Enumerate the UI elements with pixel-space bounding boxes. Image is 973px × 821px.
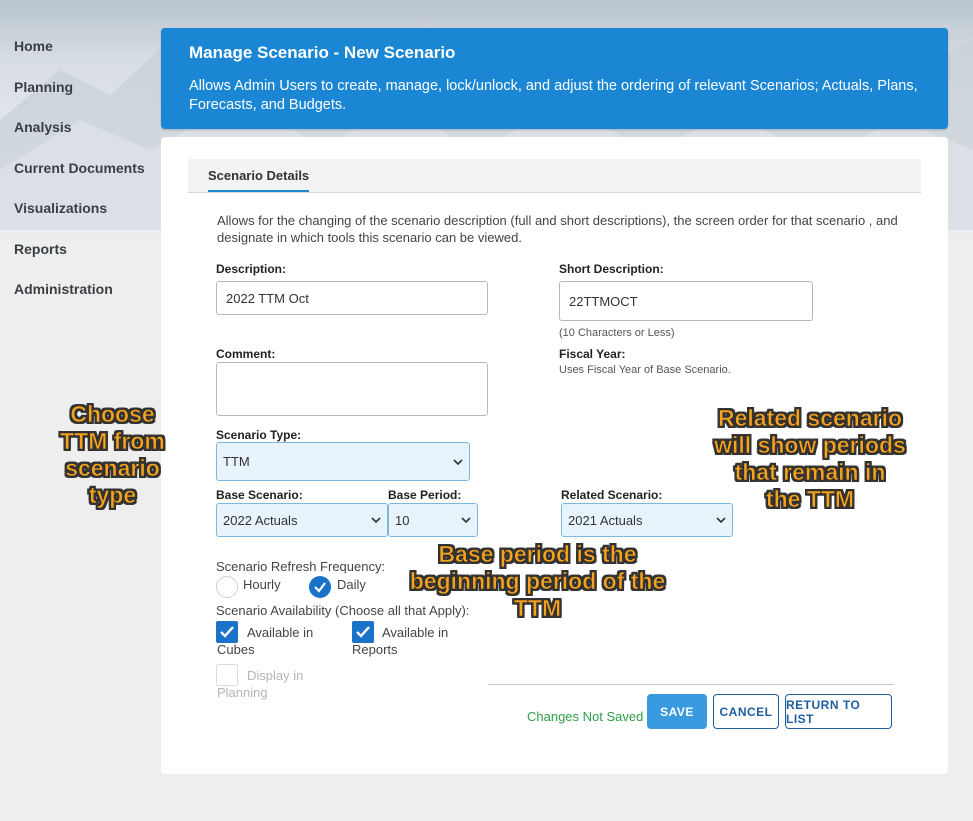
- available-in-cubes-label-line2: Cubes: [217, 642, 255, 657]
- annotation-ttm-line: TTM from: [60, 428, 165, 455]
- cancel-button[interactable]: CANCEL: [713, 694, 779, 729]
- scenario-type-label: Scenario Type:: [216, 428, 302, 442]
- annotation-ttm: Choose TTM from scenario type: [40, 401, 185, 509]
- annotation-related-line: Related scenario: [717, 405, 903, 432]
- tab-scenario-details[interactable]: Scenario Details: [208, 168, 310, 192]
- annotation-related: Related scenario will show periods that …: [700, 405, 920, 513]
- save-button[interactable]: SAVE: [647, 694, 707, 729]
- checkmark-icon: [314, 582, 326, 593]
- annotation-base-period-line: Base period is the: [438, 541, 637, 568]
- chevron-down-icon: [453, 458, 463, 465]
- nav-planning[interactable]: Planning: [14, 79, 73, 95]
- comment-input[interactable]: [216, 362, 488, 416]
- nav-home[interactable]: Home: [14, 38, 53, 54]
- base-period-value: 10: [395, 512, 410, 528]
- fiscal-year-label: Fiscal Year:: [559, 347, 626, 361]
- annotation-base-period: Base period is the beginning period of t…: [395, 541, 680, 622]
- nav-reports[interactable]: Reports: [14, 241, 67, 257]
- page-description: Allows Admin Users to create, manage, lo…: [189, 78, 918, 113]
- base-scenario-label: Base Scenario:: [216, 488, 303, 502]
- fiscal-year-hint: Uses Fiscal Year of Base Scenario.: [559, 364, 731, 376]
- scenario-type-select[interactable]: TTM: [216, 442, 470, 481]
- daily-radio[interactable]: [309, 576, 331, 598]
- save-status: Changes Not Saved: [527, 709, 644, 724]
- comment-label: Comment:: [216, 347, 276, 361]
- annotation-ttm-line: scenario: [65, 455, 160, 482]
- annotation-ttm-line: type: [88, 482, 137, 509]
- nav-administration[interactable]: Administration: [14, 281, 113, 297]
- intro-text: Allows for the changing of the scenario …: [217, 213, 898, 245]
- related-scenario-label: Related Scenario:: [561, 488, 663, 502]
- available-in-reports-checkbox[interactable]: [352, 621, 374, 643]
- short-description-value: 22TTMOCT: [569, 293, 638, 309]
- annotation-related-line: the TTM: [765, 486, 855, 513]
- available-in-cubes-checkbox[interactable]: [216, 621, 238, 643]
- chevron-down-icon: [716, 517, 726, 524]
- tab-bar: Scenario Details: [188, 159, 921, 193]
- page-title: Manage Scenario - New Scenario: [189, 43, 456, 62]
- available-in-cubes-label-line1: Available in: [247, 625, 314, 640]
- annotation-related-line: that remain in: [734, 459, 886, 486]
- short-description-hint: (10 Characters or Less): [559, 327, 675, 339]
- display-in-planning-checkbox[interactable]: [216, 664, 238, 686]
- refresh-frequency-label: Scenario Refresh Frequency:: [216, 559, 386, 574]
- daily-label: Daily: [337, 577, 366, 592]
- checkmark-icon: [220, 626, 234, 638]
- nav-visualizations[interactable]: Visualizations: [14, 200, 107, 216]
- related-scenario-value: 2021 Actuals: [568, 512, 643, 528]
- display-in-planning-label-line2: Planning: [217, 685, 268, 700]
- description-value: 2022 TTM Oct: [226, 290, 309, 306]
- nav-current-documents[interactable]: Current Documents: [14, 160, 145, 176]
- display-in-planning-label-line1: Display in: [247, 668, 304, 683]
- short-description-label: Short Description:: [559, 262, 664, 276]
- nav-analysis[interactable]: Analysis: [14, 119, 72, 135]
- annotation-ttm-line: Choose: [70, 401, 155, 428]
- available-in-reports-label-line2: Reports: [352, 642, 398, 657]
- checkmark-icon: [356, 626, 370, 638]
- hourly-radio[interactable]: [216, 576, 238, 598]
- available-in-reports-label-line1: Available in: [382, 625, 449, 640]
- description-input[interactable]: 2022 TTM Oct: [216, 281, 488, 315]
- annotation-related-line: will show periods: [714, 432, 906, 459]
- chevron-down-icon: [371, 517, 381, 524]
- page-header: Manage Scenario - New Scenario Allows Ad…: [161, 28, 948, 129]
- base-period-label: Base Period:: [388, 488, 462, 502]
- annotation-base-period-line: TTM: [513, 595, 562, 622]
- annotation-base-period-line: beginning period of the: [409, 568, 666, 595]
- base-scenario-value: 2022 Actuals: [223, 512, 298, 528]
- chevron-down-icon: [461, 517, 471, 524]
- hourly-label: Hourly: [243, 577, 281, 592]
- base-scenario-select[interactable]: 2022 Actuals: [216, 503, 388, 537]
- return-to-list-button[interactable]: RETURN TO LIST: [785, 694, 892, 729]
- base-period-select[interactable]: 10: [388, 503, 478, 537]
- description-label: Description:: [216, 262, 287, 276]
- short-description-input[interactable]: 22TTMOCT: [559, 281, 813, 321]
- scenario-type-value: TTM: [223, 454, 250, 469]
- footer-divider: [488, 684, 894, 685]
